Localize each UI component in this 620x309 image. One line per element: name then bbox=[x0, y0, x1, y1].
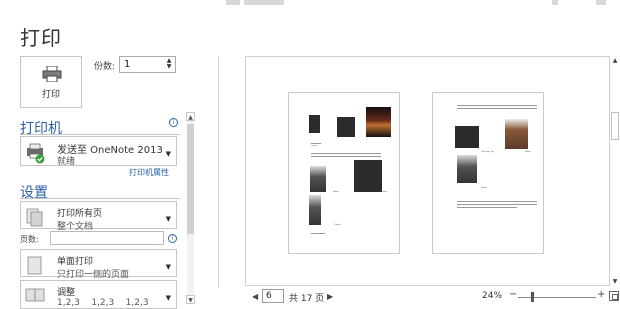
printer-properties-link[interactable]: 打印机属性 bbox=[129, 167, 169, 178]
single-side-icon bbox=[27, 256, 42, 275]
preview-scrollbar[interactable]: ▲ ▼ bbox=[610, 56, 620, 286]
thumbnail-image bbox=[354, 160, 382, 192]
zoom-level: 24% bbox=[482, 291, 503, 301]
text-line bbox=[311, 233, 325, 234]
printer-divider bbox=[20, 134, 180, 135]
info-icon[interactable]: i bbox=[168, 234, 177, 243]
page-text: Christian Tay bbox=[481, 151, 494, 153]
zoom-in-button[interactable]: + bbox=[597, 289, 605, 300]
scroll-up-icon[interactable]: ▲ bbox=[186, 112, 195, 121]
thumbnail-image bbox=[309, 115, 320, 133]
scroll-down-icon[interactable]: ▼ bbox=[610, 277, 620, 286]
current-page-input[interactable]: 6 bbox=[262, 289, 284, 303]
pages-input[interactable] bbox=[50, 231, 164, 245]
pages-label: 页数: bbox=[20, 235, 39, 244]
settings-divider bbox=[20, 198, 180, 199]
thumbnail-image bbox=[309, 195, 321, 225]
text-line bbox=[311, 143, 321, 144]
text-line bbox=[457, 105, 537, 106]
sides-main: 单面打印 bbox=[57, 257, 94, 267]
chevron-down-icon: ▼ bbox=[165, 215, 171, 223]
collate-sub: 1,2,3 1,2,3 1,2,3 bbox=[57, 298, 149, 308]
page-text: Name bbox=[525, 151, 531, 153]
page-title: 打印 bbox=[20, 26, 62, 50]
text-line bbox=[457, 201, 537, 202]
collate-main: 调整 bbox=[57, 288, 76, 298]
print-preview: Lorem Name Lorem Name Christian Tay Name… bbox=[245, 56, 610, 286]
thumbnail-image bbox=[505, 119, 528, 149]
print-button-label: 打印 bbox=[41, 90, 60, 100]
sides-dropdown[interactable]: 单面打印 只打印一侧的页面 ▼ bbox=[20, 249, 177, 280]
scroll-down-icon[interactable]: ▼ bbox=[186, 295, 195, 304]
sides-sub: 只打印一侧的页面 bbox=[57, 270, 130, 280]
page-text: Lorem bbox=[311, 145, 318, 147]
chevron-down-icon: ▼ bbox=[165, 294, 171, 302]
scroll-up-icon[interactable]: ▲ bbox=[610, 56, 620, 65]
page-text: Name bbox=[481, 187, 487, 189]
preview-page-right: Christian Tay Name Name bbox=[432, 92, 544, 254]
pages-icon bbox=[26, 208, 43, 227]
page-text: Name bbox=[333, 191, 339, 193]
total-pages: 共 17 页 bbox=[289, 294, 325, 304]
thumbnail-image bbox=[310, 166, 326, 192]
copies-spin-icon[interactable]: ▲ ▼ bbox=[165, 58, 173, 70]
fit-to-window-icon[interactable] bbox=[609, 291, 619, 301]
text-line bbox=[457, 207, 517, 208]
collate-dropdown[interactable]: 调整 1,2,3 1,2,3 1,2,3 ▼ bbox=[20, 280, 177, 309]
text-line bbox=[311, 156, 381, 157]
thumbnail-image bbox=[457, 155, 477, 183]
next-page-icon[interactable]: ▶ bbox=[327, 292, 333, 301]
text-line bbox=[457, 204, 537, 205]
copies-stepper[interactable]: 1 ▲ ▼ bbox=[119, 56, 176, 73]
text-line bbox=[311, 153, 381, 154]
preview-page-left: Lorem Name Lorem Name bbox=[288, 92, 400, 254]
printer-heading: 打印机 bbox=[20, 121, 62, 137]
collate-icon bbox=[25, 288, 45, 302]
previous-page-icon[interactable]: ◀ bbox=[252, 292, 258, 301]
printer-icon bbox=[42, 66, 62, 82]
scrollbar-thumb[interactable] bbox=[611, 112, 619, 140]
zoom-out-button[interactable]: − bbox=[509, 289, 517, 300]
page-text: Name bbox=[335, 224, 341, 226]
print-button[interactable]: 打印 bbox=[20, 56, 82, 108]
chevron-down-icon: ▼ bbox=[165, 263, 171, 271]
page-text: Lorem bbox=[381, 191, 388, 193]
top-strip bbox=[0, 0, 620, 14]
chevron-down-icon: ▼ bbox=[165, 150, 171, 158]
onenote-printer-icon bbox=[27, 143, 45, 164]
copies-value: 1 bbox=[124, 59, 131, 70]
info-icon[interactable]: i bbox=[169, 118, 178, 127]
thumbnail-image bbox=[366, 107, 391, 137]
zoom-slider[interactable] bbox=[518, 297, 596, 298]
settings-heading: 设置 bbox=[20, 185, 48, 201]
thumbnail-image bbox=[337, 117, 355, 137]
copies-label: 份数: bbox=[94, 62, 116, 72]
printer-status: 就绪 bbox=[57, 157, 76, 167]
print-range-main: 打印所有页 bbox=[57, 209, 103, 219]
settings-scrollbar[interactable]: ▲ ▼ bbox=[184, 112, 196, 304]
panel-divider bbox=[218, 56, 219, 288]
scrollbar-thumb[interactable] bbox=[187, 124, 194, 234]
thumbnail-image bbox=[455, 126, 479, 148]
zoom-slider-thumb[interactable] bbox=[531, 292, 534, 302]
print-range-dropdown[interactable]: 打印所有页 整个文档 ▼ bbox=[20, 201, 177, 232]
text-line bbox=[457, 108, 537, 109]
printer-dropdown[interactable]: 发送至 OneNote 2013 就绪 ▼ bbox=[20, 136, 177, 167]
